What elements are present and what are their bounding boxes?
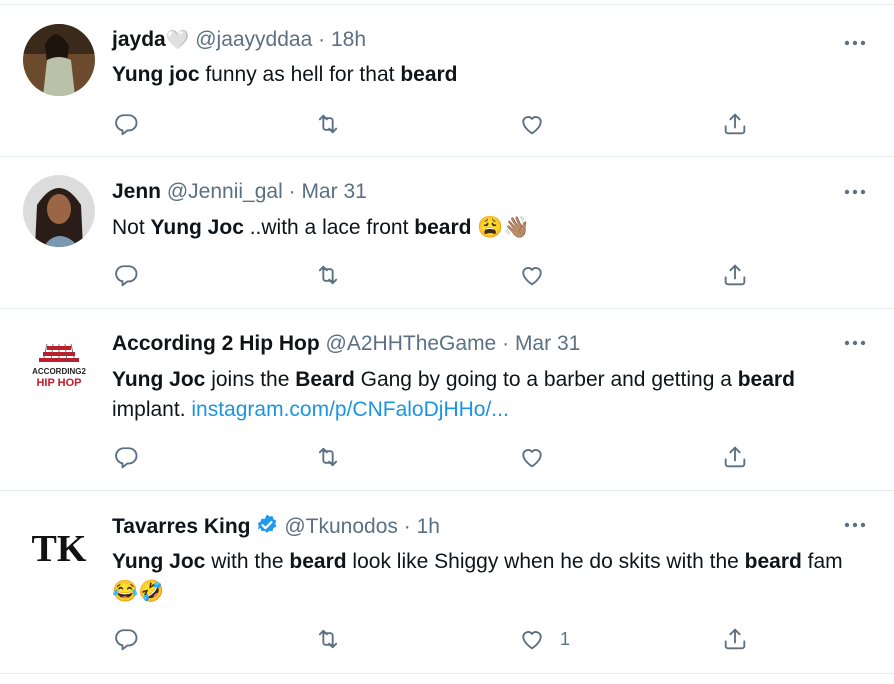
tweet-header: Jenn @Jennii_gal · Mar 31 (112, 179, 367, 205)
like-count: 1 (560, 628, 571, 649)
separator: · (403, 515, 411, 538)
tweet-link[interactable]: instagram.com/p/CNFaloDjHHo/... (191, 398, 508, 421)
avatar[interactable] (23, 175, 95, 247)
tweet-text-segment: Gang by going to a barber and getting a (354, 368, 738, 391)
tweet-text-segment: 😩👋🏽 (471, 216, 530, 239)
share-icon[interactable] (721, 625, 749, 653)
timestamp[interactable]: Mar 31 (301, 180, 366, 203)
highlighted-term: Yung joc (112, 63, 200, 86)
highlighted-term: beard (744, 550, 802, 573)
tweet-text: Yung Joc joins the Beard Gang by going t… (112, 365, 854, 425)
avatar[interactable]: TK (23, 511, 95, 583)
avatar-logo-text-top: ACCORDING2 (32, 367, 86, 376)
avatar[interactable]: ACCORDING2 HIP HOP (23, 330, 95, 402)
avatar[interactable] (23, 24, 95, 96)
timestamp[interactable]: 18h (331, 28, 366, 51)
retweet-icon[interactable] (314, 261, 342, 289)
like-icon[interactable] (518, 110, 546, 138)
tweet-text: Not Yung Joc ..with a lace front beard 😩… (112, 213, 854, 243)
separator: · (288, 180, 296, 203)
tweet-feed: jayda🤍 @jaayyddaa · 18h Yung joc funny a… (0, 0, 894, 684)
avatar-logo-text-bottom: HIP HOP (36, 377, 81, 389)
share-icon[interactable] (721, 443, 749, 471)
display-name[interactable]: According 2 Hip Hop (112, 332, 320, 355)
tweet-header: jayda🤍 @jaayyddaa · 18h (112, 27, 366, 53)
retweet-icon[interactable] (314, 110, 342, 138)
tweet-text-segment: ..with a lace front (243, 216, 415, 239)
tweet-text: Yung Joc with the beard look like Shiggy… (112, 547, 854, 607)
highlighted-term: beard (737, 368, 795, 391)
more-icon[interactable] (842, 182, 868, 202)
more-icon[interactable] (842, 515, 868, 535)
reply-icon[interactable] (112, 625, 140, 653)
handle[interactable]: @Jennii_gal (167, 180, 283, 203)
tweet-text-segment: Not (112, 216, 151, 239)
more-icon[interactable] (842, 333, 868, 353)
like-icon[interactable] (518, 261, 546, 289)
highlighted-term: beard (289, 550, 347, 573)
white-heart-emoji: 🤍 (165, 29, 190, 51)
like-icon[interactable] (518, 443, 546, 471)
retweet-icon[interactable] (314, 625, 342, 653)
tweet-header: Tavarres King @Tkunodos · 1h (112, 513, 440, 544)
verified-badge-icon (255, 513, 279, 544)
avatar-logo-text: TK (32, 528, 87, 570)
tweet[interactable]: ACCORDING2 HIP HOP According 2 Hip Hop @… (0, 309, 894, 491)
display-name[interactable]: jayda (112, 28, 166, 51)
timestamp[interactable]: 1h (417, 515, 440, 538)
display-name[interactable]: Tavarres King (112, 515, 251, 538)
handle[interactable]: @A2HHTheGame (326, 332, 497, 355)
separator: · (502, 332, 510, 355)
highlighted-term: Yung Joc (150, 216, 244, 239)
action-bar (112, 110, 752, 138)
tweet-text-segment: funny as hell for that (199, 63, 401, 86)
action-bar (112, 261, 752, 289)
highlighted-term: Beard (295, 368, 355, 391)
tweet-header: According 2 Hip Hop @A2HHTheGame · Mar 3… (112, 331, 580, 357)
highlighted-term: beard (414, 216, 472, 239)
reply-icon[interactable] (112, 443, 140, 471)
like-icon[interactable]: 1 (518, 625, 570, 653)
more-icon[interactable] (842, 33, 868, 53)
share-icon[interactable] (721, 110, 749, 138)
tweet-text-segment: joins the (205, 368, 296, 391)
tweet-text: Yung joc funny as hell for that beard (112, 60, 854, 90)
tweet-text-segment: look like Shiggy when he do skits with t… (346, 550, 745, 573)
highlighted-term: beard (400, 63, 458, 86)
share-icon[interactable] (721, 261, 749, 289)
highlighted-term: Yung Joc (112, 550, 206, 573)
separator: · (318, 28, 326, 51)
action-bar (112, 443, 752, 471)
timestamp[interactable]: Mar 31 (515, 332, 580, 355)
retweet-icon[interactable] (314, 443, 342, 471)
action-bar: 1 (112, 625, 752, 653)
tweet[interactable]: TK Tavarres King @Tkunodos · 1h Yung Joc… (0, 491, 894, 674)
highlighted-term: Yung Joc (112, 368, 206, 391)
display-name[interactable]: Jenn (112, 180, 161, 203)
handle[interactable]: @Tkunodos (284, 515, 398, 538)
tweet-text-segment: implant. (112, 398, 192, 421)
reply-icon[interactable] (112, 110, 140, 138)
handle[interactable]: @jaayyddaa (195, 28, 312, 51)
tweet[interactable]: jayda🤍 @jaayyddaa · 18h Yung joc funny a… (0, 4, 894, 157)
tweet[interactable]: Jenn @Jennii_gal · Mar 31 Not Yung Joc .… (0, 157, 894, 309)
tweet-text-segment: with the (205, 550, 290, 573)
reply-icon[interactable] (112, 261, 140, 289)
